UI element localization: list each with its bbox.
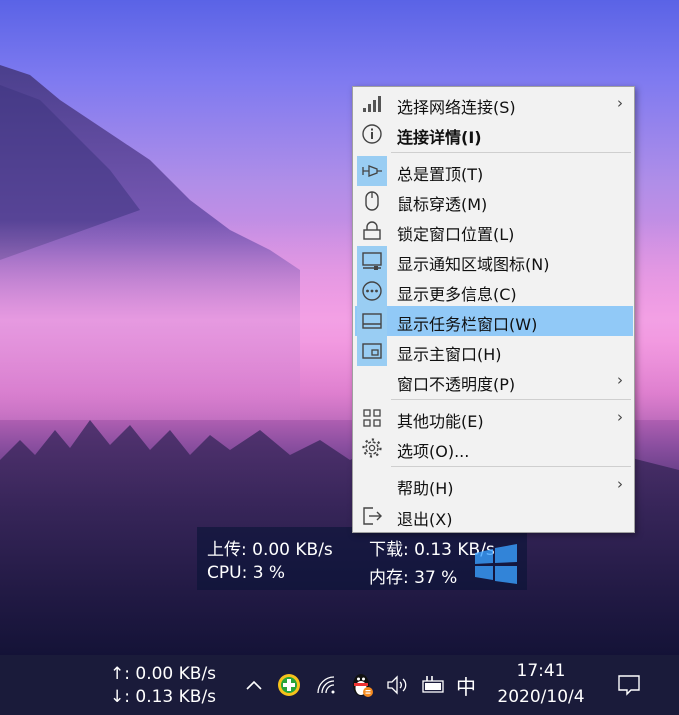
memory-usage-label: 内存: 37 % (369, 568, 458, 588)
notification-center-icon[interactable] (614, 671, 644, 699)
windows-logo-icon (475, 544, 517, 584)
pin-icon (357, 156, 387, 186)
menu-item-mouse-passthrough[interactable]: 鼠标穿透(M) (355, 186, 633, 216)
show-hidden-icons-chevron-up-icon[interactable] (242, 672, 266, 698)
power-battery-icon[interactable] (419, 672, 447, 698)
menu-item-window-opacity[interactable]: 窗口不透明度(P) › (355, 366, 633, 396)
upload-speed-label: 上传: 0.00 KB/s (207, 540, 333, 560)
taskbar-window-icon (357, 306, 387, 336)
lock-icon (357, 216, 387, 246)
menu-item-always-on-top[interactable]: 总是置顶(T) (355, 156, 633, 186)
menu-item-show-tray-icon[interactable]: 显示通知区域图标(N) (355, 246, 633, 276)
cpu-usage-label: CPU: 3 % (207, 563, 286, 583)
menu-item-help[interactable]: 帮助(H) › (355, 470, 633, 500)
grid-icon (357, 403, 387, 433)
tray-monitor-icon (357, 246, 387, 276)
menu-item-show-taskbar-window[interactable]: 显示任务栏窗口(W) (355, 306, 633, 336)
menu-item-lock-position[interactable]: 锁定窗口位置(L) (355, 216, 633, 246)
clock-date[interactable]: 2020/10/4 (486, 687, 596, 707)
gear-icon (357, 433, 387, 463)
signal-bars-icon (357, 89, 387, 119)
volume-icon[interactable] (384, 672, 410, 698)
submenu-arrow-icon: › (617, 371, 623, 389)
clock-time[interactable]: 17:41 (486, 661, 596, 681)
menu-item-show-main-window[interactable]: 显示主窗口(H) (355, 336, 633, 366)
mouse-icon (357, 186, 387, 216)
menu-separator (391, 399, 631, 400)
taskbar-download-speed[interactable]: ↓: 0.13 KB/s (110, 687, 216, 707)
context-menu: 选择网络连接(S) › 连接详情(I) 总是置顶(T) 鼠标穿透(M) 锁定窗口… (352, 86, 635, 533)
menu-item-connection-details[interactable]: 连接详情(I) (355, 119, 633, 149)
main-window-icon (357, 336, 387, 366)
security-app-plus-icon[interactable] (276, 672, 302, 698)
submenu-arrow-icon: › (617, 408, 623, 426)
submenu-arrow-icon: › (617, 94, 623, 112)
info-icon (357, 119, 387, 149)
taskbar: ↑: 0.00 KB/s ↓: 0.13 KB/s 中 17:41 2020/1… (0, 655, 679, 715)
qq-penguin-icon[interactable] (348, 670, 376, 700)
menu-separator (391, 466, 631, 467)
menu-item-select-network[interactable]: 选择网络连接(S) › (355, 89, 633, 119)
wifi-icon[interactable] (314, 672, 340, 698)
menu-item-other-functions[interactable]: 其他功能(E) › (355, 403, 633, 433)
menu-separator (391, 152, 631, 153)
submenu-arrow-icon: › (617, 475, 623, 493)
more-dots-icon (357, 276, 387, 306)
taskbar-upload-speed[interactable]: ↑: 0.00 KB/s (110, 664, 216, 684)
menu-item-show-more-info[interactable]: 显示更多信息(C) (355, 276, 633, 306)
menu-item-options[interactable]: 选项(O)... (355, 433, 633, 463)
exit-icon (357, 501, 387, 531)
ime-indicator[interactable]: 中 (456, 671, 476, 700)
menu-item-exit[interactable]: 退出(X) (355, 501, 633, 531)
